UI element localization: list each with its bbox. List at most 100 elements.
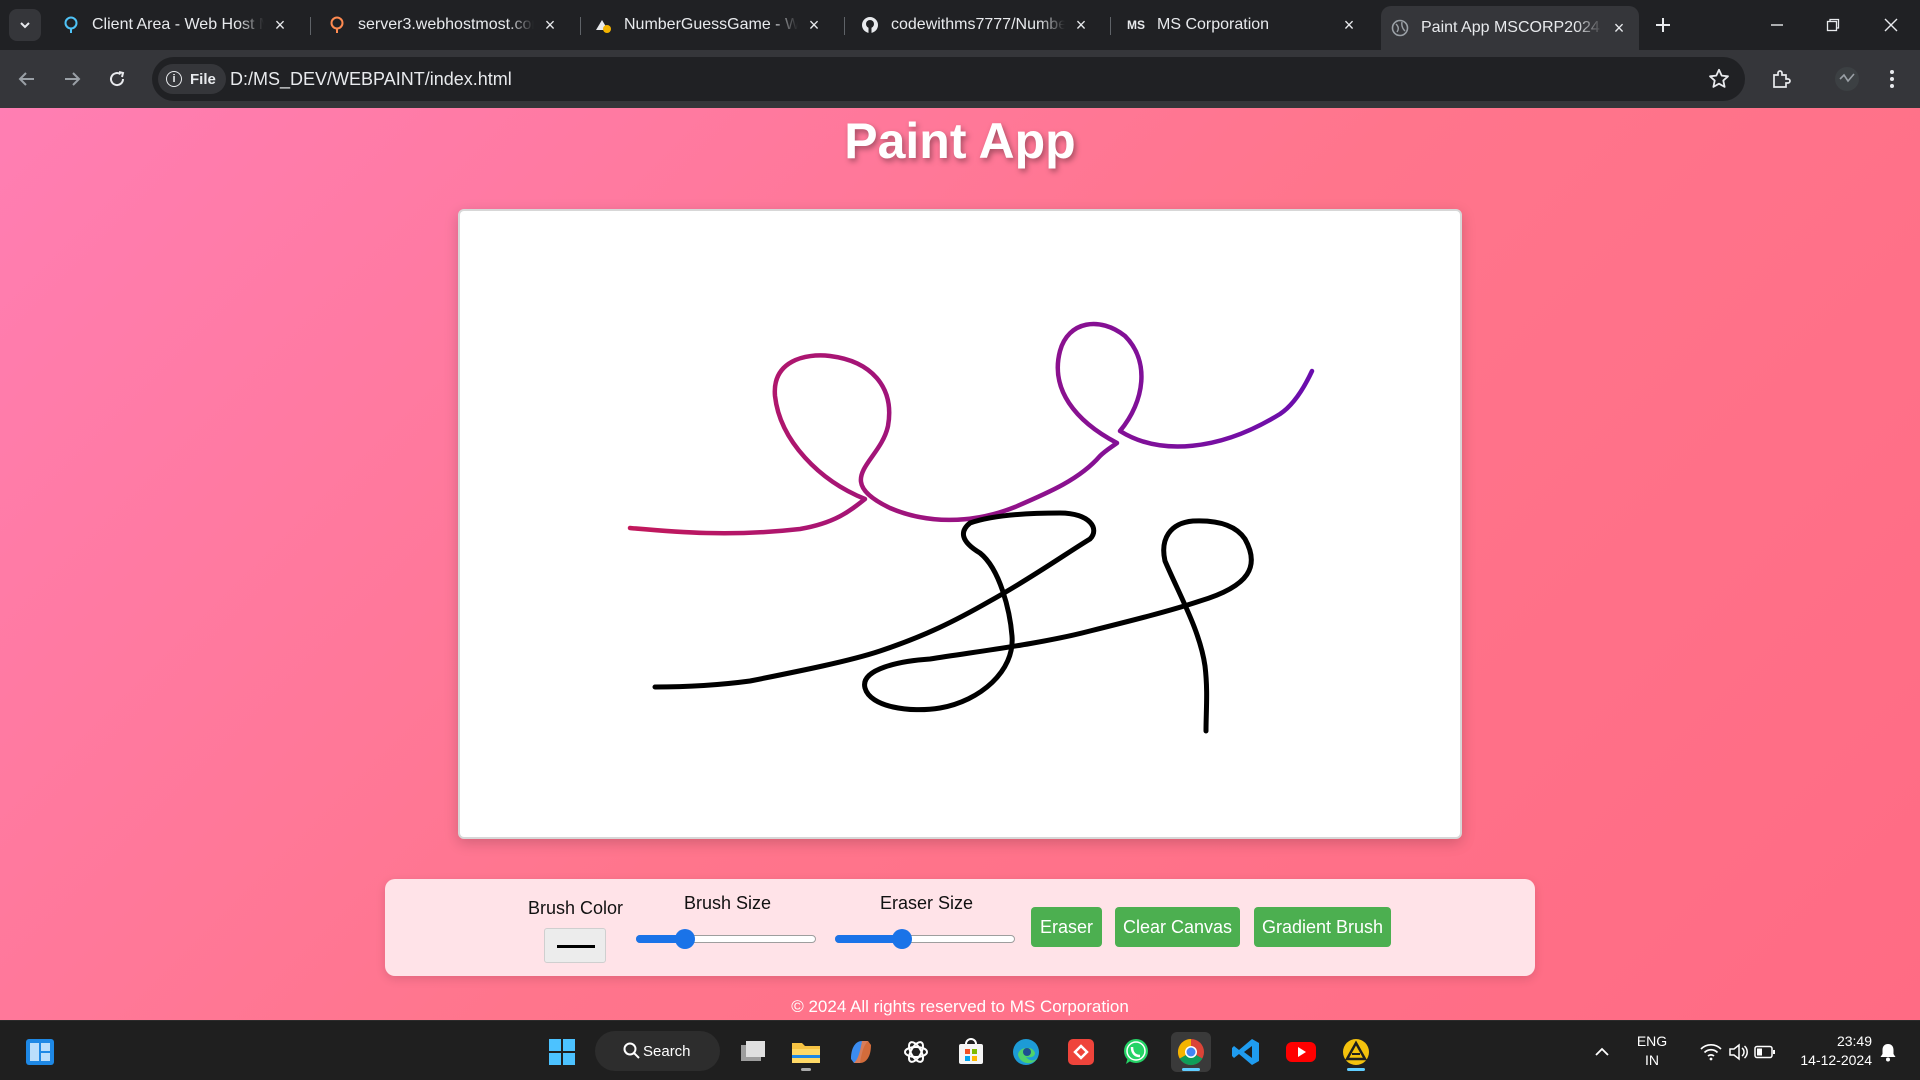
bell-icon (1880, 1044, 1896, 1062)
taskbar-edge[interactable] (1006, 1032, 1046, 1072)
start-button[interactable] (542, 1032, 582, 1072)
taskbar-file-explorer[interactable] (786, 1032, 826, 1072)
battery-icon (1754, 1045, 1775, 1059)
close-window-button[interactable] (1869, 8, 1913, 42)
plus-icon (1656, 18, 1670, 32)
folder-icon (792, 1043, 820, 1063)
taskbar-search[interactable]: Search (595, 1031, 720, 1071)
vscode-icon (1232, 1039, 1259, 1065)
minimize-button[interactable] (1755, 8, 1799, 42)
edge-icon (1013, 1039, 1039, 1065)
taskbar-aa-app[interactable] (1336, 1032, 1376, 1072)
info-icon: i (166, 71, 182, 87)
widgets-icon (26, 1039, 54, 1065)
more-vertical-icon (1890, 70, 1894, 88)
restore-button[interactable] (1811, 8, 1855, 42)
color-swatch (557, 945, 595, 948)
tab-separator (580, 17, 581, 35)
webhostmost-icon (62, 16, 80, 34)
clock-time: 23:49 (1836, 1033, 1872, 1049)
page-title: Paint App (844, 113, 1076, 169)
taskbar-vscode[interactable] (1226, 1032, 1266, 1072)
site-info-chip[interactable]: i File (158, 64, 226, 94)
new-tab-button[interactable] (1650, 12, 1676, 38)
widgets-button[interactable] (20, 1032, 60, 1072)
task-view-button[interactable] (733, 1032, 773, 1072)
chrome-icon (1177, 1038, 1204, 1066)
eraser-button[interactable]: Eraser (1031, 907, 1102, 947)
extensions-button[interactable] (1764, 62, 1798, 96)
tab-ms-corporation[interactable]: MS MS Corporation × (1117, 9, 1369, 41)
taskbar-anydesk[interactable] (1061, 1032, 1101, 1072)
close-icon[interactable]: × (1609, 18, 1629, 38)
brush-color-picker[interactable] (544, 928, 606, 963)
gradient-brush-button[interactable]: Gradient Brush (1254, 907, 1391, 947)
restore-icon (1826, 18, 1840, 32)
taskbar-youtube[interactable] (1281, 1032, 1321, 1072)
input-language-indicator[interactable]: ENG IN (1630, 1032, 1674, 1070)
ms-logo-icon: MS (1127, 18, 1145, 32)
notifications-button[interactable] (1874, 1032, 1902, 1072)
windows-logo-icon (549, 1039, 575, 1065)
tab-paint-app[interactable]: Paint App MSCORP2024 × (1381, 6, 1639, 50)
back-button[interactable] (10, 62, 44, 96)
search-icon (623, 1042, 640, 1059)
brush-size-slider[interactable] (636, 927, 816, 951)
tab-client-area[interactable]: Client Area - Web Host Most × (52, 9, 300, 41)
eraser-size-slider[interactable] (835, 927, 1015, 951)
forward-button[interactable] (55, 62, 89, 96)
webhostmost-icon (328, 16, 346, 34)
close-icon[interactable]: × (1071, 15, 1091, 35)
taskbar-copilot[interactable] (841, 1032, 881, 1072)
gradient-stroke (627, 321, 1315, 536)
clock[interactable]: 23:49 14-12-2024 (1782, 1032, 1872, 1070)
tab-numberguessgame[interactable]: NumberGuessGame - Web × (584, 9, 834, 41)
chevron-up-icon (1595, 1047, 1609, 1056)
url-text[interactable]: D:/MS_DEV/WEBPAINT/index.html (230, 69, 512, 90)
close-icon[interactable]: × (1339, 15, 1359, 35)
region-code: IN (1645, 1052, 1659, 1068)
profile-avatar[interactable] (1830, 62, 1864, 96)
slider-thumb[interactable] (674, 929, 695, 949)
slider-thumb[interactable] (891, 929, 912, 949)
reload-button[interactable] (100, 62, 134, 96)
tab-title: Paint App MSCORP2024 (1421, 19, 1600, 36)
whatsapp-icon (1124, 1039, 1148, 1064)
brush-size-label: Brush Size (684, 893, 772, 913)
puzzle-icon (1773, 70, 1791, 88)
reload-icon (110, 71, 125, 87)
close-icon[interactable]: × (804, 15, 824, 35)
clear-canvas-button[interactable]: Clear Canvas (1115, 907, 1240, 947)
quick-settings-button[interactable] (1683, 1032, 1793, 1072)
tab-separator (1110, 17, 1111, 35)
browser-toolbar: i File D:/MS_DEV/WEBPAINT/index.html (0, 50, 1920, 108)
taskbar-whatsapp[interactable] (1116, 1032, 1156, 1072)
address-bar[interactable]: i File D:/MS_DEV/WEBPAINT/index.html (152, 57, 1745, 101)
browser-menu-button[interactable] (1875, 62, 1909, 96)
close-icon[interactable]: × (540, 15, 560, 35)
arrow-right-icon (65, 72, 81, 86)
drawing-canvas[interactable] (458, 209, 1462, 839)
taskbar-chatgpt[interactable] (896, 1032, 936, 1072)
copilot-icon (851, 1041, 871, 1063)
anydesk-icon (1068, 1039, 1094, 1065)
brush-color-label: Brush Color (528, 898, 624, 918)
clock-date: 14-12-2024 (1800, 1052, 1872, 1068)
tab-github[interactable]: codewithms7777/NumberGuessGame × (851, 9, 1101, 41)
running-indicator (1182, 1068, 1200, 1071)
close-icon[interactable]: × (270, 15, 290, 35)
site-info-label: File (190, 70, 216, 88)
page-viewport: Paint App Brush Color Brush Size Eraser … (0, 108, 1920, 1020)
star-bookmark-icon[interactable] (1707, 67, 1731, 91)
tab-search-button[interactable] (9, 9, 41, 41)
tab-title: Client Area - Web Host Most (92, 16, 264, 33)
canvas-drawing (627, 321, 1315, 734)
avatar-icon (1835, 67, 1859, 91)
chevron-down-icon (20, 22, 30, 29)
taskbar-store[interactable] (951, 1032, 991, 1072)
close-icon (1884, 18, 1898, 32)
show-hidden-icons-button[interactable] (1582, 1032, 1622, 1072)
language-code: ENG (1636, 1033, 1668, 1049)
taskbar-chrome[interactable] (1171, 1032, 1211, 1072)
tab-server3[interactable]: server3.webhostmost.com × (318, 9, 570, 41)
